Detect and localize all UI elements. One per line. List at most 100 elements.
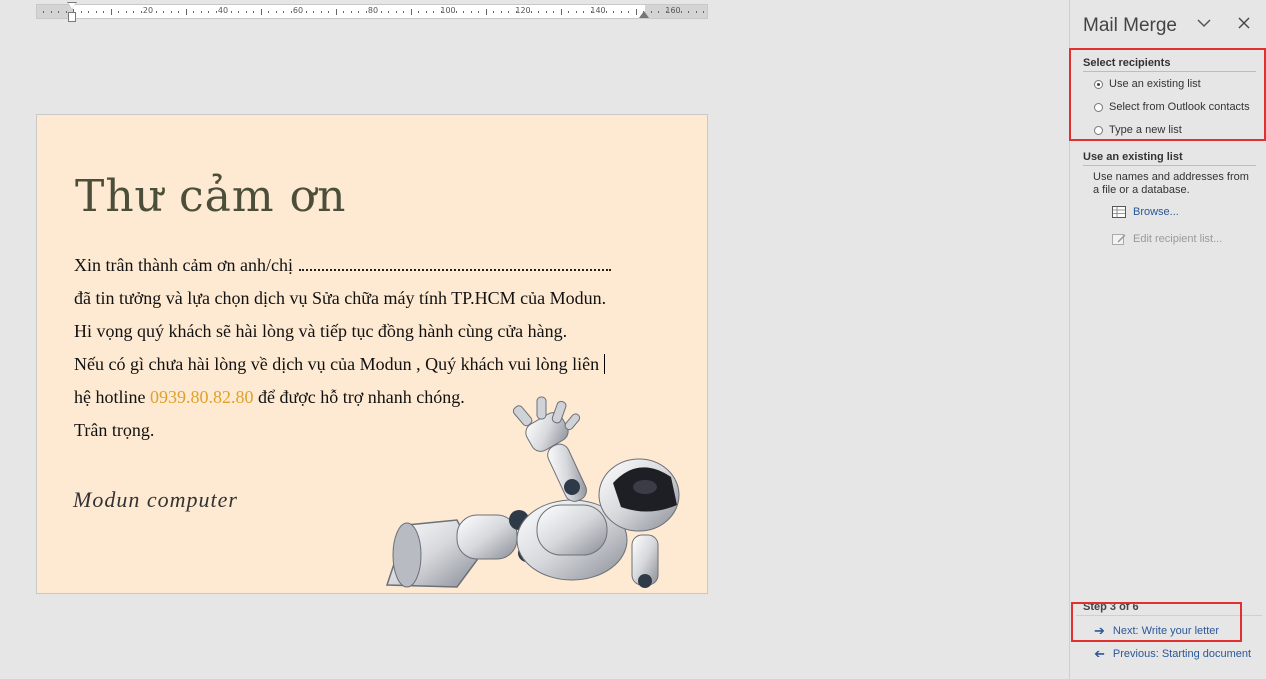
left-indent-marker[interactable] xyxy=(68,12,76,22)
ruler-tick xyxy=(185,9,187,15)
letter-title: Thư cảm ơn xyxy=(75,171,347,222)
ruler-tick xyxy=(110,9,112,15)
ruler-tick xyxy=(620,11,622,13)
radio-unselected[interactable] xyxy=(1094,125,1103,135)
ruler-tick xyxy=(275,11,277,13)
ruler-tick xyxy=(328,11,329,13)
ruler-number: 60 xyxy=(292,6,304,15)
ruler-tick xyxy=(80,11,82,13)
ruler-tick xyxy=(133,11,134,13)
ruler-tick xyxy=(170,11,172,13)
ruler-tick xyxy=(283,11,284,13)
letter-line: Nếu có gì chưa hài lòng về dịch vụ của M… xyxy=(74,354,606,375)
close-icon[interactable] xyxy=(1238,14,1250,33)
hotline-number: 0939.80.82.80 xyxy=(149,387,254,407)
edit-list-icon xyxy=(1112,234,1126,245)
ruler-tick xyxy=(358,11,359,13)
ruler-tick xyxy=(125,11,127,13)
ruler-tick xyxy=(560,9,562,15)
ruler-tick xyxy=(425,11,427,13)
ruler-tick xyxy=(658,11,659,13)
ruler-tick xyxy=(418,11,419,13)
ruler-tick xyxy=(695,11,697,13)
letter-line: đã tin tưởng và lựa chọn dịch vụ Sửa chữ… xyxy=(74,288,607,308)
ruler-tick xyxy=(58,11,59,13)
ruler-tick xyxy=(463,11,464,13)
option-label: Type a new list xyxy=(1109,124,1182,136)
ruler-tick xyxy=(455,11,457,13)
ruler-tick xyxy=(568,11,569,13)
right-indent-marker[interactable] xyxy=(639,11,649,18)
option-use-existing-list[interactable]: Use an existing list xyxy=(1094,78,1201,90)
horizontal-ruler[interactable]: 20 40 60 80 100 120 140 160 xyxy=(36,4,708,19)
option-label: Use an existing list xyxy=(1109,78,1201,90)
ruler-tick xyxy=(628,11,629,13)
ruler-tick xyxy=(140,11,142,13)
name-placeholder-dots xyxy=(298,258,611,271)
ruler-tick xyxy=(43,11,44,13)
chevron-down-icon[interactable] xyxy=(1197,16,1211,32)
greeting-text: Xin trân thành cảm ơn anh/chị xyxy=(74,255,293,275)
ruler-tick xyxy=(575,11,577,13)
letter-line-text: Nếu có gì chưa hài lòng về dịch vụ của M… xyxy=(74,354,600,374)
existing-list-description: Use names and addresses from a file or a… xyxy=(1093,171,1249,196)
ruler-number: 40 xyxy=(217,6,229,15)
option-outlook-contacts[interactable]: Select from Outlook contacts xyxy=(1094,101,1250,113)
hotline-prefix: hệ hotline xyxy=(74,387,150,407)
ruler-tick xyxy=(118,11,119,13)
ruler-tick xyxy=(470,11,472,13)
ruler-tick xyxy=(703,11,704,13)
step-divider xyxy=(1076,615,1262,616)
ruler-tick xyxy=(530,11,532,13)
ruler-tick xyxy=(635,9,637,15)
ruler-tick xyxy=(200,11,202,13)
arrow-right-icon: ➔ xyxy=(1094,623,1105,638)
ruler-tick xyxy=(493,11,494,13)
ruler-tick xyxy=(410,9,412,15)
robot-illustration xyxy=(385,396,680,588)
radio-selected[interactable] xyxy=(1094,79,1103,89)
ruler-tick xyxy=(680,11,682,13)
edit-recipient-list-link[interactable]: Edit recipient list... xyxy=(1112,233,1222,245)
ruler-tick xyxy=(380,11,382,13)
ruler-tick xyxy=(500,11,502,13)
first-line-indent-marker-fill xyxy=(68,3,76,9)
section-divider xyxy=(1083,165,1256,166)
ruler-tick xyxy=(545,11,547,13)
ruler-tick xyxy=(163,11,164,13)
ruler-tick xyxy=(193,11,194,13)
ruler-tick xyxy=(230,11,232,13)
ruler-tick xyxy=(88,11,89,13)
previous-step-link[interactable]: ➔ Previous: Starting document xyxy=(1094,646,1251,662)
ruler-tick xyxy=(343,11,344,13)
ruler-tick xyxy=(50,11,52,13)
table-icon xyxy=(1112,206,1126,218)
option-type-new-list[interactable]: Type a new list xyxy=(1094,124,1182,136)
ruler-tick xyxy=(485,9,487,15)
ruler-tick xyxy=(238,11,239,13)
ruler-tick xyxy=(178,11,179,13)
letter-line-greeting: Xin trân thành cảm ơn anh/chị xyxy=(74,255,611,276)
existing-list-heading: Use an existing list xyxy=(1083,151,1183,163)
browse-link[interactable]: Browse... xyxy=(1112,206,1179,218)
ruler-tick xyxy=(313,11,314,13)
ruler-number: 120 xyxy=(515,6,531,15)
next-step-link[interactable]: ➔ Next: Write your letter xyxy=(1094,623,1219,639)
radio-unselected[interactable] xyxy=(1094,102,1103,112)
ruler-tick xyxy=(305,11,307,13)
ruler-tick xyxy=(335,9,337,15)
ruler-tick xyxy=(605,11,607,13)
browse-label: Browse... xyxy=(1133,206,1179,218)
letter-closing: Trân trọng. xyxy=(74,420,155,440)
ruler-tick xyxy=(583,11,584,13)
ruler-tick xyxy=(613,11,614,13)
ruler-tick xyxy=(388,11,389,13)
ruler-tick xyxy=(478,11,479,13)
previous-label: Previous: Starting document xyxy=(1112,648,1252,660)
ruler-tick xyxy=(365,11,367,13)
pane-title: Mail Merge xyxy=(1083,15,1177,36)
document-page[interactable]: Thư cảm ơn Xin trân thành cảm ơn anh/chị… xyxy=(36,114,708,594)
ruler-tick xyxy=(508,11,509,13)
signature: Modun computer xyxy=(73,487,238,512)
edit-label: Edit recipient list... xyxy=(1133,233,1223,245)
